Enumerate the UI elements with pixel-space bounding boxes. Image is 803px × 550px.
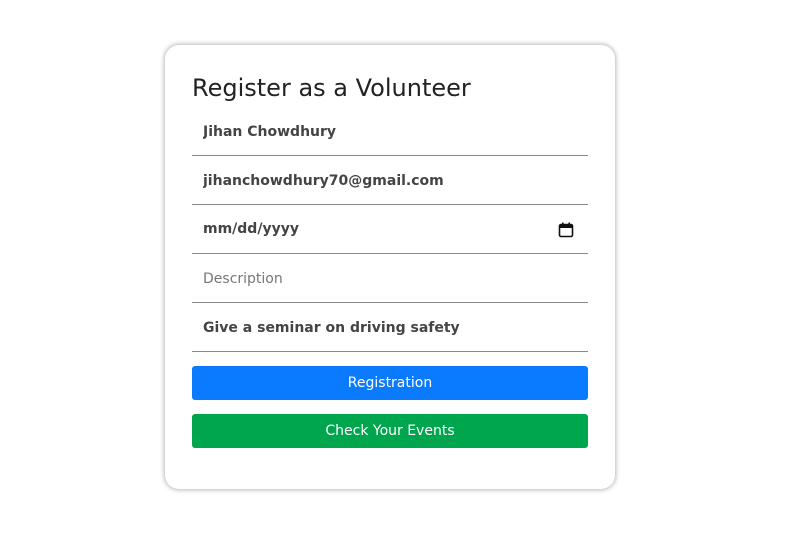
- email-field-wrapper: [192, 157, 588, 205]
- volunteer-registration-card: Register as a Volunteer mm/dd/yyyy Regis…: [165, 45, 615, 489]
- registration-button[interactable]: Registration: [192, 366, 588, 400]
- date-input[interactable]: mm/dd/yyyy: [203, 206, 299, 253]
- calendar-icon[interactable]: [558, 222, 574, 238]
- name-field-wrapper: [192, 108, 588, 156]
- check-events-button[interactable]: Check Your Events: [192, 414, 588, 448]
- email-input[interactable]: [192, 157, 588, 204]
- name-input[interactable]: [192, 108, 588, 155]
- event-input[interactable]: [192, 304, 588, 351]
- event-field-wrapper: [192, 304, 588, 352]
- form-title: Register as a Volunteer: [192, 74, 471, 102]
- date-field-wrapper[interactable]: mm/dd/yyyy: [192, 206, 588, 254]
- description-input[interactable]: [192, 255, 588, 302]
- description-field-wrapper: [192, 255, 588, 303]
- registration-form: mm/dd/yyyy Registration Check Your Event…: [192, 108, 588, 448]
